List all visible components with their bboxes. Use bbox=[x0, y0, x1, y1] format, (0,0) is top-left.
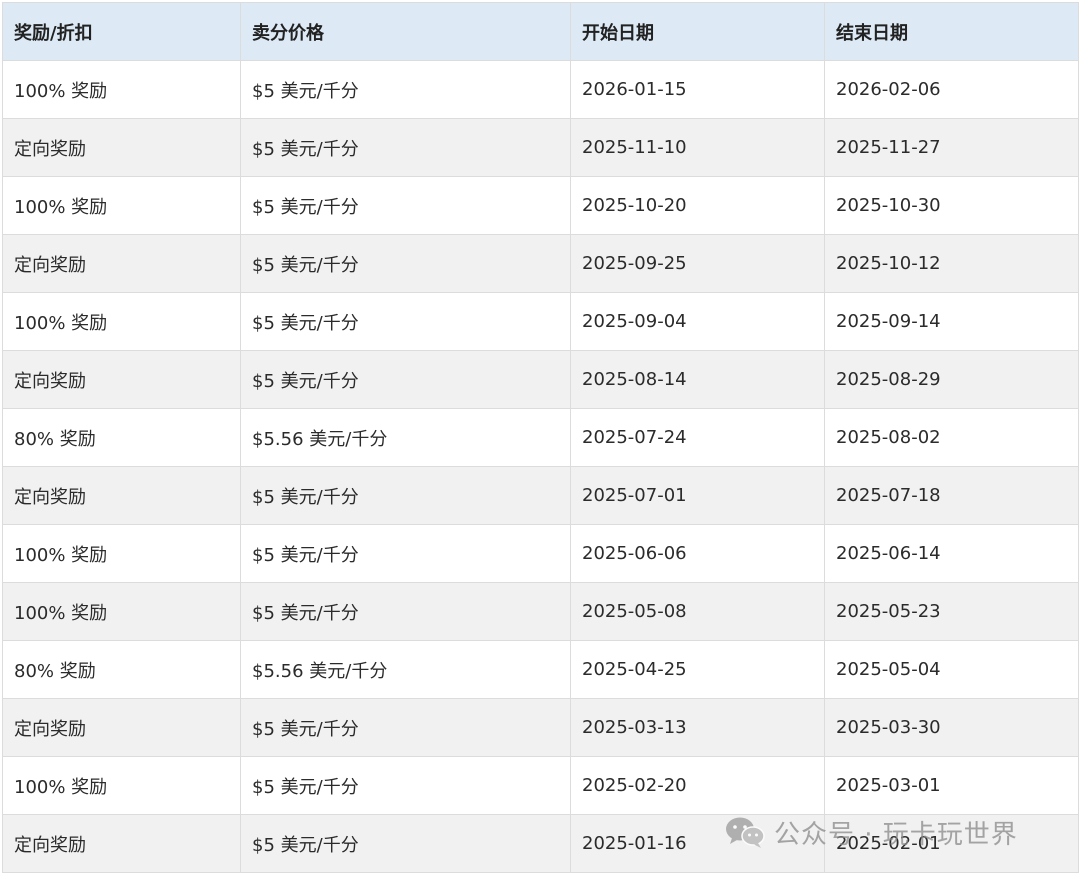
start-date-cell: 2025-07-24 bbox=[570, 408, 825, 467]
end-date-cell: 2025-05-04 bbox=[824, 640, 1079, 699]
start-date-cell: 2025-08-14 bbox=[570, 350, 825, 409]
sell-price-cell: $5 美元/千分 bbox=[240, 814, 571, 873]
header-sell-price: 卖分价格 bbox=[240, 2, 571, 61]
bonus-discount-cell: 定向奖励 bbox=[2, 118, 241, 177]
sell-price-cell: $5 美元/千分 bbox=[240, 118, 571, 177]
end-date-cell: 2025-08-02 bbox=[824, 408, 1079, 467]
sell-price-cell: $5 美元/千分 bbox=[240, 350, 571, 409]
sell-price-cell: $5 美元/千分 bbox=[240, 756, 571, 815]
table-row: 80% 奖励 $5.56 美元/千分 2025-07-24 2025-08-02 bbox=[2, 408, 1079, 467]
table-row: 100% 奖励 $5 美元/千分 2025-06-06 2025-06-14 bbox=[2, 524, 1079, 583]
header-row: 奖励/折扣 卖分价格 开始日期 结束日期 bbox=[2, 2, 1079, 61]
start-date-cell: 2025-06-06 bbox=[570, 524, 825, 583]
table-row: 定向奖励 $5 美元/千分 2025-09-25 2025-10-12 bbox=[2, 234, 1079, 293]
bonus-discount-cell: 100% 奖励 bbox=[2, 524, 241, 583]
end-date-cell: 2025-08-29 bbox=[824, 350, 1079, 409]
header-bonus-discount: 奖励/折扣 bbox=[2, 2, 241, 61]
promo-history-table: 奖励/折扣 卖分价格 开始日期 结束日期 100% 奖励 $5 美元/千分 2026… bbox=[2, 2, 1079, 873]
start-date-cell: 2025-11-10 bbox=[570, 118, 825, 177]
bonus-discount-cell: 定向奖励 bbox=[2, 698, 241, 757]
start-date-cell: 2025-09-25 bbox=[570, 234, 825, 293]
start-date-cell: 2025-10-20 bbox=[570, 176, 825, 235]
end-date-cell: 2025-05-23 bbox=[824, 582, 1079, 641]
table-row: 100% 奖励 $5 美元/千分 2026-01-15 2026-02-06 bbox=[2, 60, 1079, 119]
bonus-discount-cell: 80% 奖励 bbox=[2, 640, 241, 699]
sell-price-cell: $5 美元/千分 bbox=[240, 60, 571, 119]
bonus-discount-cell: 定向奖励 bbox=[2, 466, 241, 525]
sell-price-cell: $5.56 美元/千分 bbox=[240, 640, 571, 699]
end-date-cell: 2025-03-01 bbox=[824, 756, 1079, 815]
end-date-cell: 2026-02-06 bbox=[824, 60, 1079, 119]
start-date-cell: 2025-01-16 bbox=[570, 814, 825, 873]
bonus-discount-cell: 100% 奖励 bbox=[2, 292, 241, 351]
header-end-date: 结束日期 bbox=[824, 2, 1079, 61]
table-row: 100% 奖励 $5 美元/千分 2025-10-20 2025-10-30 bbox=[2, 176, 1079, 235]
sell-price-cell: $5 美元/千分 bbox=[240, 234, 571, 293]
start-date-cell: 2025-04-25 bbox=[570, 640, 825, 699]
end-date-cell: 2025-06-14 bbox=[824, 524, 1079, 583]
bonus-discount-cell: 100% 奖励 bbox=[2, 60, 241, 119]
bonus-discount-cell: 100% 奖励 bbox=[2, 582, 241, 641]
end-date-cell: 2025-10-30 bbox=[824, 176, 1079, 235]
table-row: 100% 奖励 $5 美元/千分 2025-09-04 2025-09-14 bbox=[2, 292, 1079, 351]
start-date-cell: 2025-05-08 bbox=[570, 582, 825, 641]
sell-price-cell: $5 美元/千分 bbox=[240, 292, 571, 351]
end-date-cell: 2025-10-12 bbox=[824, 234, 1079, 293]
bonus-discount-cell: 定向奖励 bbox=[2, 350, 241, 409]
header-start-date: 开始日期 bbox=[570, 2, 825, 61]
end-date-cell: 2025-11-27 bbox=[824, 118, 1079, 177]
end-date-cell: 2025-07-18 bbox=[824, 466, 1079, 525]
bonus-discount-cell: 定向奖励 bbox=[2, 234, 241, 293]
bonus-discount-cell: 100% 奖励 bbox=[2, 756, 241, 815]
sell-price-cell: $5 美元/千分 bbox=[240, 176, 571, 235]
bonus-discount-cell: 定向奖励 bbox=[2, 814, 241, 873]
table-row: 定向奖励 $5 美元/千分 2025-11-10 2025-11-27 bbox=[2, 118, 1079, 177]
table-row: 定向奖励 $5 美元/千分 2025-03-13 2025-03-30 bbox=[2, 698, 1079, 757]
start-date-cell: 2025-09-04 bbox=[570, 292, 825, 351]
end-date-cell: 2025-02-01 bbox=[824, 814, 1079, 873]
sell-price-cell: $5.56 美元/千分 bbox=[240, 408, 571, 467]
sell-price-cell: $5 美元/千分 bbox=[240, 582, 571, 641]
table-row: 定向奖励 $5 美元/千分 2025-01-16 2025-02-01 bbox=[2, 814, 1079, 873]
sell-price-cell: $5 美元/千分 bbox=[240, 698, 571, 757]
table-row: 定向奖励 $5 美元/千分 2025-08-14 2025-08-29 bbox=[2, 350, 1079, 409]
end-date-cell: 2025-09-14 bbox=[824, 292, 1079, 351]
bonus-discount-cell: 80% 奖励 bbox=[2, 408, 241, 467]
start-date-cell: 2025-07-01 bbox=[570, 466, 825, 525]
table-row: 100% 奖励 $5 美元/千分 2025-05-08 2025-05-23 bbox=[2, 582, 1079, 641]
table-row: 定向奖励 $5 美元/千分 2025-07-01 2025-07-18 bbox=[2, 466, 1079, 525]
end-date-cell: 2025-03-30 bbox=[824, 698, 1079, 757]
table-body: 100% 奖励 $5 美元/千分 2026-01-15 2026-02-06 定向奖励 $… bbox=[2, 60, 1079, 873]
start-date-cell: 2025-02-20 bbox=[570, 756, 825, 815]
bonus-discount-cell: 100% 奖励 bbox=[2, 176, 241, 235]
sell-price-cell: $5 美元/千分 bbox=[240, 524, 571, 583]
sell-price-cell: $5 美元/千分 bbox=[240, 466, 571, 525]
table-header: 奖励/折扣 卖分价格 开始日期 结束日期 bbox=[2, 2, 1079, 61]
start-date-cell: 2026-01-15 bbox=[570, 60, 825, 119]
start-date-cell: 2025-03-13 bbox=[570, 698, 825, 757]
table-row: 100% 奖励 $5 美元/千分 2025-02-20 2025-03-01 bbox=[2, 756, 1079, 815]
table-row: 80% 奖励 $5.56 美元/千分 2025-04-25 2025-05-04 bbox=[2, 640, 1079, 699]
